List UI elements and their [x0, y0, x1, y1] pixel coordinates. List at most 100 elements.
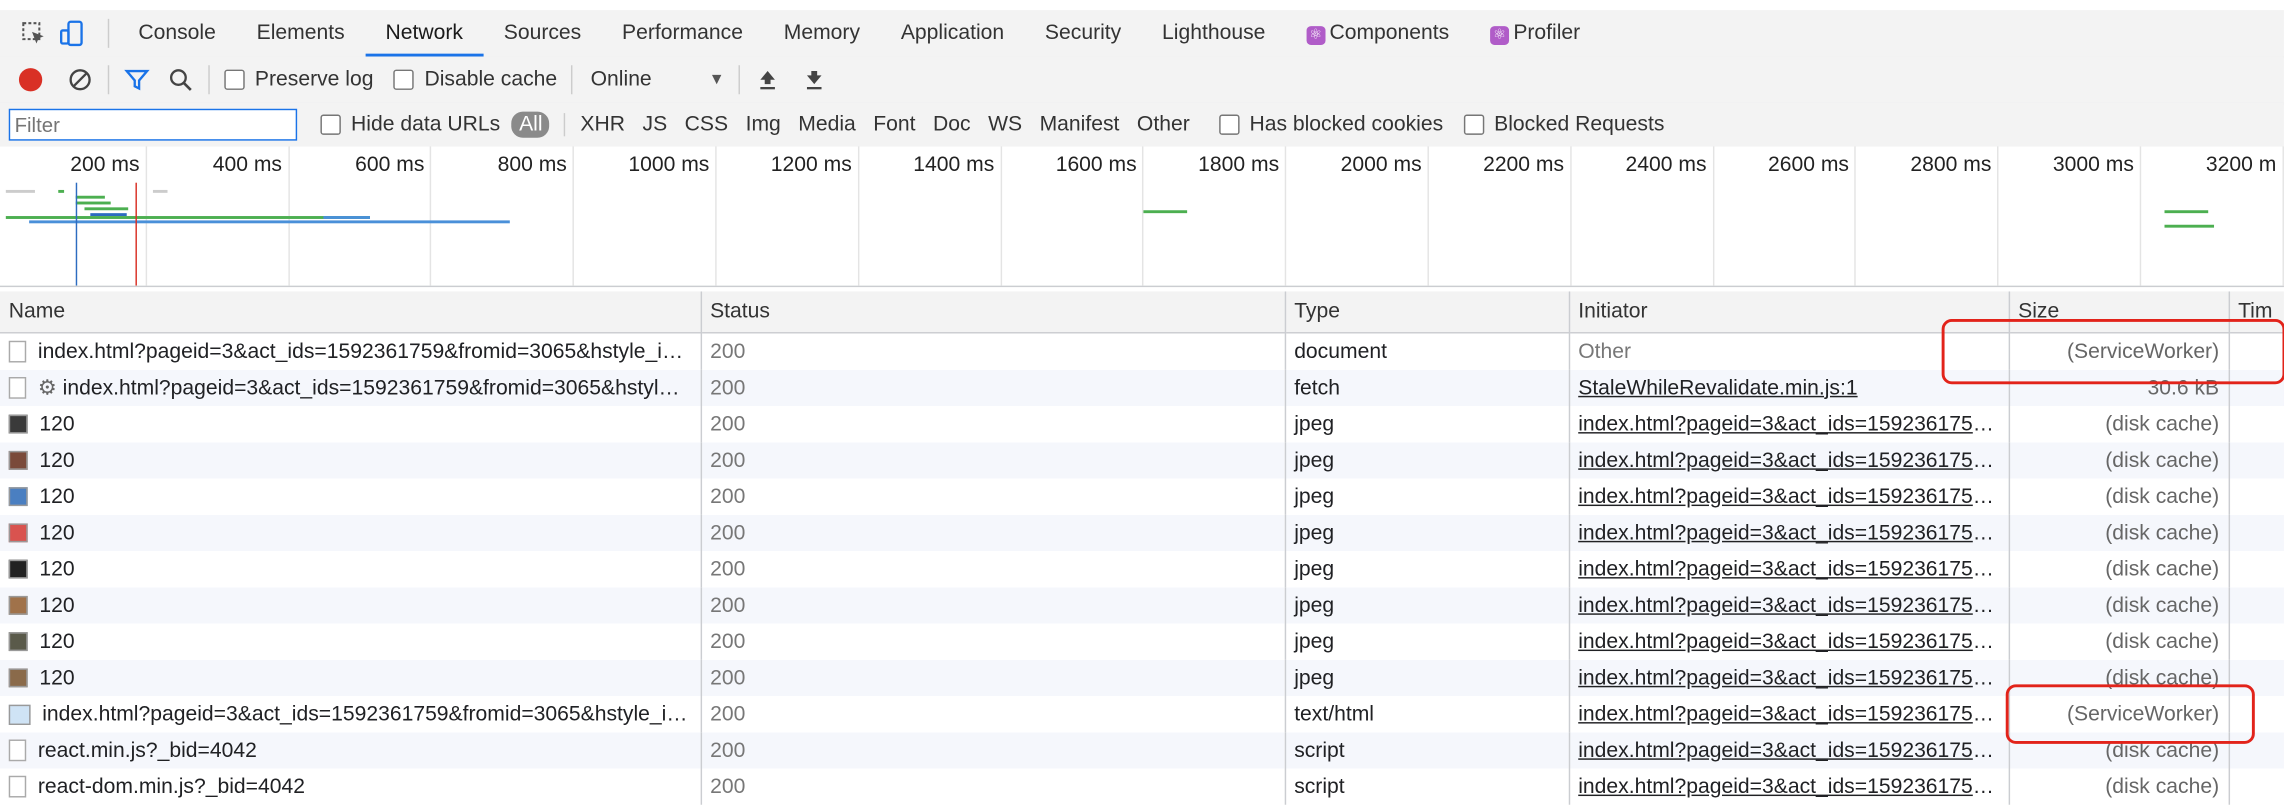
filter-type-other[interactable]: Other — [1137, 113, 1190, 136]
table-row[interactable]: 120 200 jpeg index.html?pageid=3&act_ids=15… — [0, 442, 2284, 479]
cell-initiator[interactable]: index.html?pageid=3&act_ids=1592361759… — [1568, 478, 2010, 515]
cell-initiator-text[interactable]: index.html?pageid=3&act_ids=1592361759… — [1578, 775, 2005, 798]
table-row[interactable]: 120 200 jpeg index.html?pageid=3&act_ids=15… — [0, 587, 2284, 624]
cell-initiator[interactable]: index.html?pageid=3&act_ids=1592361759… — [1568, 623, 2010, 660]
column-header-type[interactable]: Type — [1284, 291, 1570, 334]
preserve-log-checkbox[interactable]: Preserve log — [224, 68, 373, 91]
cell-initiator-text[interactable]: index.html?pageid=3&act_ids=1592361759… — [1578, 413, 2005, 436]
table-row[interactable]: 120 200 jpeg index.html?pageid=3&act_ids=15… — [0, 478, 2284, 515]
table-row[interactable]: 120 200 jpeg index.html?pageid=3&act_ids=15… — [0, 623, 2284, 660]
request-name: index.html?pageid=3&act_ids=1592361759&f… — [37, 340, 684, 364]
cell-initiator-text[interactable]: index.html?pageid=3&act_ids=1592361759… — [1578, 521, 2005, 544]
tab-profiler[interactable]: ⚛ Profiler — [1470, 10, 1601, 56]
timeline-tick-label: 2600 ms — [1767, 153, 1849, 177]
filter-type-all[interactable]: All — [511, 111, 550, 138]
column-header-name[interactable]: Name — [0, 291, 702, 334]
checkbox-box[interactable] — [1463, 114, 1484, 135]
record-icon[interactable] — [12, 61, 50, 99]
tab-elements[interactable]: Elements — [236, 10, 365, 56]
cell-initiator[interactable]: index.html?pageid=3&act_ids=1592361759… — [1568, 659, 2010, 696]
cell-initiator-text[interactable]: index.html?pageid=3&act_ids=1592361759… — [1578, 666, 2005, 689]
timeline-overview[interactable]: 200 ms 400 ms 600 ms 800 ms 1000 ms 1200 ms 14… — [0, 146, 2284, 288]
checkbox-box[interactable] — [393, 69, 415, 90]
cell-initiator[interactable]: index.html?pageid=3&act_ids=1592361759… — [1568, 696, 2010, 733]
cell-status: 200 — [700, 514, 1286, 551]
cell-name[interactable]: 120 — [0, 442, 702, 479]
tab-console[interactable]: Console — [118, 10, 236, 56]
filter-icon[interactable] — [118, 61, 156, 99]
cell-name[interactable]: 120 — [0, 514, 702, 551]
cell-initiator[interactable]: index.html?pageid=3&act_ids=1592361759… — [1568, 406, 2010, 443]
timeline-tick-label: 3200 m — [2205, 153, 2277, 177]
cell-initiator[interactable]: index.html?pageid=3&act_ids=1592361759… — [1568, 587, 2010, 624]
cell-initiator-text[interactable]: index.html?pageid=3&act_ids=1592361759… — [1578, 739, 2005, 762]
cell-initiator[interactable]: index.html?pageid=3&act_ids=1592361759… — [1568, 514, 2010, 551]
cell-initiator-text[interactable]: index.html?pageid=3&act_ids=1592361759… — [1578, 558, 2005, 581]
tab-sources[interactable]: Sources — [483, 10, 601, 56]
cell-name[interactable]: 120 — [0, 623, 702, 660]
table-row[interactable]: 120 200 jpeg index.html?pageid=3&act_ids=15… — [0, 551, 2284, 588]
clear-icon[interactable] — [61, 61, 99, 99]
export-har-icon[interactable] — [796, 61, 834, 99]
throttling-select[interactable]: Online ▼ — [591, 68, 725, 91]
search-icon[interactable] — [162, 61, 200, 99]
cell-name[interactable]: 120 — [0, 406, 702, 443]
table-row[interactable]: 120 200 jpeg index.html?pageid=3&act_ids=15… — [0, 406, 2284, 443]
cell-initiator[interactable]: index.html?pageid=3&act_ids=1592361759… — [1568, 732, 2010, 769]
cell-name[interactable]: ⚙ index.html?pageid=3&act_ids=1592361759&… — [0, 369, 702, 406]
cell-initiator-text[interactable]: StaleWhileRevalidate.min.js:1 — [1578, 376, 1857, 399]
checkbox-box[interactable] — [320, 114, 341, 135]
tab-lighthouse[interactable]: Lighthouse — [1142, 10, 1286, 56]
timeline-tick-label: 1000 ms — [628, 153, 710, 177]
cell-initiator-text[interactable]: index.html?pageid=3&act_ids=1592361759… — [1578, 703, 2005, 726]
cell-type: jpeg — [1284, 514, 1570, 551]
tab-performance[interactable]: Performance — [602, 10, 764, 56]
table-row[interactable]: react-dom.min.js?_bid=4042 200 script index… — [0, 768, 2284, 805]
cell-name[interactable]: index.html?pageid=3&act_ids=1592361759&f… — [0, 332, 702, 370]
cell-initiator-text[interactable]: index.html?pageid=3&act_ids=1592361759… — [1578, 485, 2005, 508]
cell-name[interactable]: index.html?pageid=3&act_ids=1592361759&f… — [0, 696, 702, 733]
table-row[interactable]: react.min.js?_bid=4042 200 script index.htm… — [0, 732, 2284, 769]
disable-cache-checkbox[interactable]: Disable cache — [393, 68, 557, 91]
device-toolbar-icon[interactable] — [52, 15, 90, 53]
filter-type-font[interactable]: Font — [873, 113, 915, 136]
cell-name[interactable]: 120 — [0, 551, 702, 588]
cell-name[interactable]: 120 — [0, 587, 702, 624]
cell-name[interactable]: react.min.js?_bid=4042 — [0, 732, 702, 769]
tab-memory[interactable]: Memory — [763, 10, 880, 56]
table-row[interactable]: index.html?pageid=3&act_ids=1592361759&f… — [0, 696, 2284, 733]
cell-name[interactable]: 120 — [0, 659, 702, 696]
hide-data-urls-checkbox[interactable]: Hide data URLs — [320, 113, 500, 136]
filter-type-xhr[interactable]: XHR — [580, 113, 625, 136]
column-header-status[interactable]: Status — [700, 291, 1286, 334]
blocked-requests-checkbox[interactable]: Blocked Requests — [1463, 113, 1664, 136]
filter-type-manifest[interactable]: Manifest — [1040, 113, 1120, 136]
filter-type-doc[interactable]: Doc — [933, 113, 971, 136]
cell-initiator-text[interactable]: index.html?pageid=3&act_ids=1592361759… — [1578, 449, 2005, 472]
filter-input[interactable] — [8, 108, 298, 141]
cell-initiator[interactable]: index.html?pageid=3&act_ids=1592361759… — [1568, 442, 2010, 479]
tab-application[interactable]: Application — [880, 10, 1024, 56]
filter-type-js[interactable]: JS — [643, 113, 668, 136]
cell-name[interactable]: react-dom.min.js?_bid=4042 — [0, 768, 702, 805]
checkbox-box[interactable] — [1218, 114, 1240, 135]
checkbox-box[interactable] — [224, 69, 245, 90]
cell-initiator-text[interactable]: index.html?pageid=3&act_ids=1592361759… — [1578, 594, 2005, 617]
cell-name[interactable]: 120 — [0, 478, 702, 515]
tab-components[interactable]: ⚛ Components — [1286, 10, 1470, 56]
tab-network[interactable]: Network — [365, 10, 484, 57]
timeline-tick-label: 600 ms — [355, 153, 425, 177]
tab-security[interactable]: Security — [1025, 10, 1142, 56]
cell-initiator[interactable]: index.html?pageid=3&act_ids=1592361759… — [1568, 551, 2010, 588]
import-har-icon[interactable] — [749, 61, 787, 99]
filter-type-css[interactable]: CSS — [685, 113, 728, 136]
table-row[interactable]: 120 200 jpeg index.html?pageid=3&act_ids=15… — [0, 659, 2284, 696]
inspect-element-icon[interactable] — [15, 15, 53, 53]
has-blocked-cookies-checkbox[interactable]: Has blocked cookies — [1218, 113, 1443, 136]
table-row[interactable]: 120 200 jpeg index.html?pageid=3&act_ids=15… — [0, 514, 2284, 551]
cell-initiator-text[interactable]: index.html?pageid=3&act_ids=1592361759… — [1578, 630, 2005, 653]
filter-type-ws[interactable]: WS — [988, 113, 1022, 136]
filter-type-img[interactable]: Img — [746, 113, 781, 136]
filter-type-media[interactable]: Media — [798, 113, 856, 136]
cell-initiator[interactable]: index.html?pageid=3&act_ids=1592361759… — [1568, 768, 2010, 805]
